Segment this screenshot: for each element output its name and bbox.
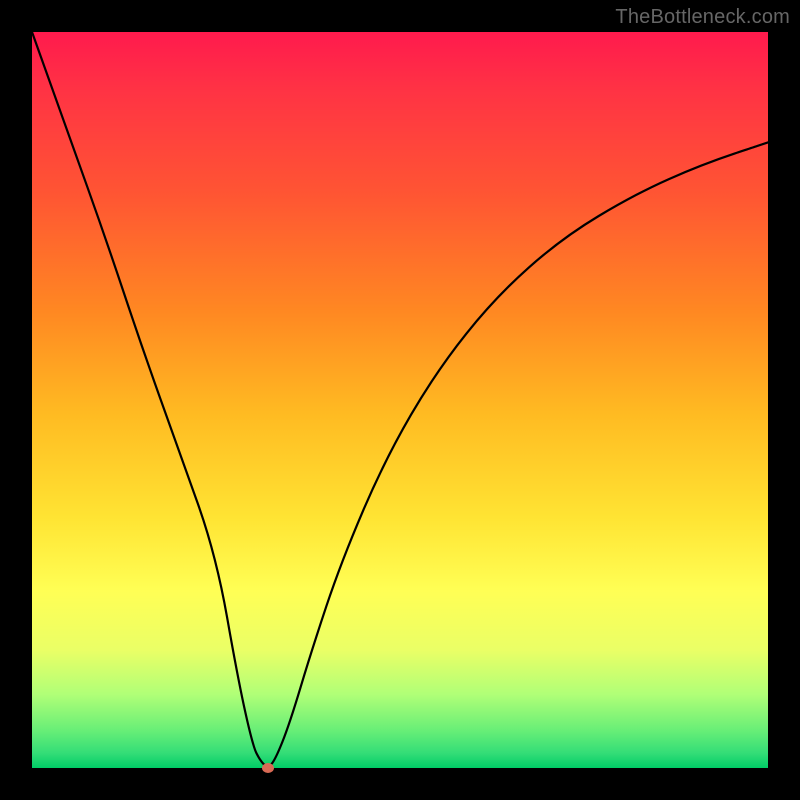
bottleneck-curve <box>32 32 768 768</box>
optimal-point-marker <box>262 763 274 773</box>
watermark-text: TheBottleneck.com <box>615 6 790 29</box>
chart-frame: TheBottleneck.com <box>0 0 800 800</box>
plot-area <box>32 32 768 768</box>
